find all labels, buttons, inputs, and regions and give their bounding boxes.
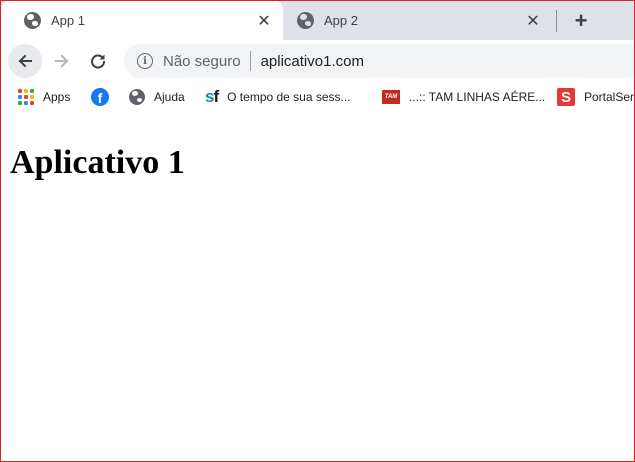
sf-icon: sf bbox=[205, 87, 219, 106]
close-icon[interactable]: ✕ bbox=[255, 12, 273, 30]
bookmarks-bar: Apps f Ajuda sf O tempo de sua sess... T… bbox=[1, 82, 634, 112]
apps-grid-dot bbox=[18, 101, 22, 105]
facebook-icon: f bbox=[91, 88, 109, 106]
tab-divider bbox=[556, 10, 557, 32]
address-divider bbox=[249, 51, 251, 71]
bookmark-apps[interactable]: Apps bbox=[18, 87, 70, 107]
tab-app-2[interactable]: App 2 ✕ bbox=[284, 1, 552, 40]
tam-icon: TAM bbox=[382, 90, 400, 104]
arrow-left-icon bbox=[18, 54, 32, 68]
page-content: Aplicativo 1 bbox=[1, 112, 634, 461]
address-bar[interactable]: i Não seguro aplicativo1.com bbox=[124, 44, 634, 78]
bookmark-facebook[interactable]: f bbox=[91, 87, 109, 107]
apps-grid-dot bbox=[24, 89, 28, 93]
apps-grid-dot bbox=[24, 95, 28, 99]
apps-grid-dot bbox=[30, 101, 34, 105]
security-label[interactable]: Não seguro bbox=[163, 53, 241, 70]
new-tab-button[interactable]: + bbox=[569, 8, 593, 33]
globe-icon bbox=[24, 12, 41, 29]
tab-title: App 1 bbox=[51, 13, 85, 28]
arrow-right-icon bbox=[55, 54, 69, 68]
portal-s-icon: S bbox=[557, 88, 575, 106]
bookmark-label: Apps bbox=[43, 90, 71, 104]
apps-grid-dot bbox=[18, 95, 22, 99]
apps-grid-icon bbox=[18, 89, 34, 105]
browser-toolbar: i Não seguro aplicativo1.com bbox=[1, 40, 634, 82]
bookmark-label: ...:: TAM LINHAS AÉRE... bbox=[409, 90, 546, 104]
back-button[interactable] bbox=[8, 44, 42, 78]
apps-grid-dot bbox=[24, 101, 28, 105]
bookmark-label: O tempo de sua sess... bbox=[227, 90, 351, 104]
bookmark-label: Ajuda bbox=[154, 90, 185, 104]
reload-icon bbox=[91, 54, 106, 69]
bookmark-label: PortalSer bbox=[584, 90, 635, 104]
tab-app-1[interactable]: App 1 ✕ bbox=[1, 1, 283, 40]
globe-icon bbox=[297, 12, 314, 29]
page-heading: Aplicativo 1 bbox=[10, 144, 185, 181]
apps-grid-dot bbox=[18, 89, 22, 93]
bookmark-tempo-sessao[interactable]: sf O tempo de sua sess... bbox=[205, 87, 351, 107]
browser-window: App 1 ✕ App 2 ✕ + i Não seguro aplicativ… bbox=[0, 0, 635, 462]
globe-icon bbox=[129, 89, 145, 105]
forward-button[interactable] bbox=[45, 44, 79, 78]
reload-button[interactable] bbox=[81, 44, 115, 78]
apps-grid-dot bbox=[30, 95, 34, 99]
info-icon[interactable]: i bbox=[137, 53, 153, 69]
bookmark-portalser[interactable]: S PortalSer bbox=[557, 87, 634, 107]
close-icon[interactable]: ✕ bbox=[524, 12, 542, 30]
apps-grid-dot bbox=[30, 89, 34, 93]
bookmark-tam[interactable]: TAM ...:: TAM LINHAS AÉRE... bbox=[382, 87, 545, 107]
url-text[interactable]: aplicativo1.com bbox=[261, 53, 364, 70]
tab-title: App 2 bbox=[324, 13, 358, 28]
bookmark-ajuda[interactable]: Ajuda bbox=[129, 87, 185, 107]
tab-strip: App 1 ✕ App 2 ✕ + bbox=[1, 1, 634, 40]
